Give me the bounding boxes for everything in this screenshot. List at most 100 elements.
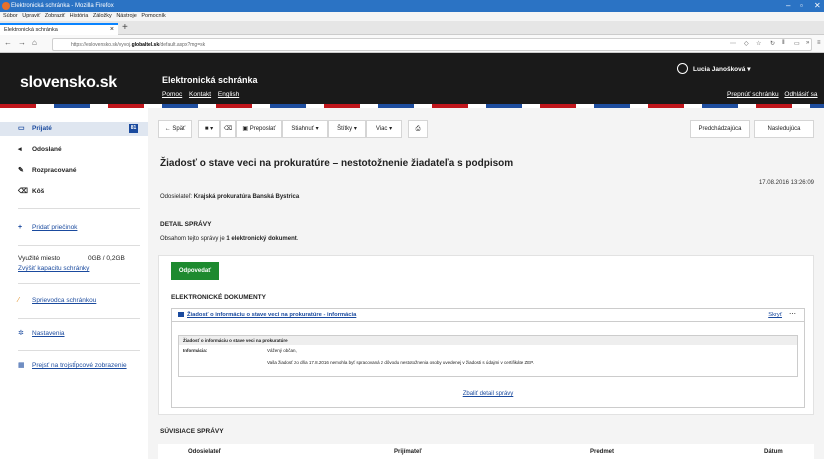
documents-panel: Odpovedať ELEKTRONICKÉ DOKUMENTY Žiadosť…	[158, 255, 814, 415]
col-subject[interactable]: Predmet	[590, 449, 614, 455]
document-title-link[interactable]: Žiadosť o informáciu o stave veci na pro…	[187, 312, 356, 318]
english-link[interactable]: English	[218, 91, 239, 98]
forward-icon[interactable]: →	[18, 38, 26, 47]
send-icon: ◂	[18, 146, 22, 153]
menu-tools[interactable]: Nástroje	[116, 13, 136, 19]
home-icon[interactable]: ⌂	[32, 38, 37, 47]
back-icon[interactable]: ←	[4, 38, 12, 47]
site-logo[interactable]: slovensko.sk	[20, 74, 117, 92]
divider	[18, 208, 140, 209]
more-label: Viac	[375, 126, 388, 132]
print-button[interactable]: ⎙	[408, 120, 428, 138]
col-recipient[interactable]: Prijímateľ	[394, 449, 422, 455]
sidebar-toggle-icon[interactable]: ▭	[794, 40, 800, 47]
pocket-icon[interactable]: ◇	[744, 40, 749, 47]
menu-view[interactable]: Zobraziť	[45, 13, 65, 19]
library-icon[interactable]: ⫴	[782, 40, 785, 47]
three-column-link[interactable]: ▦ Prejsť na trojstĺpcové zobrazenie	[0, 359, 148, 373]
menu-bookmarks[interactable]: Záložky	[93, 13, 112, 19]
related-heading: SÚVISIACE SPRÁVY	[160, 428, 224, 435]
print-icon: ⎙	[415, 126, 421, 132]
three-column-label: Prejsť na trojstĺpcové zobrazenie	[32, 362, 127, 369]
url-bar[interactable]: https://eslovensko.sk/vyvoj.globaltel.sk…	[52, 38, 812, 51]
divider	[18, 245, 140, 246]
collapse-icon[interactable]	[178, 312, 184, 317]
download-button[interactable]: Stiahnuť ▾	[282, 120, 328, 138]
header-account-links: Prepnúť schránku Odhlásiť sa	[723, 91, 818, 98]
info-line-2: Vaša žiadosť zo dňa 17.8.2016 nemohla by…	[267, 360, 534, 365]
navigation-bar: ← → ⌂ https://eslovensko.sk/vyvoj.global…	[0, 35, 824, 53]
info-label: Informácia:	[183, 348, 208, 353]
sidebar-item-trash[interactable]: ⌫ Kôš	[0, 185, 148, 199]
switch-box-link[interactable]: Prepnúť schránku	[727, 91, 779, 98]
pencil-icon: ✎	[18, 167, 24, 174]
close-window-icon[interactable]: ✕	[814, 0, 821, 12]
main-content: ← Späť ■ ▾ ⌫ ▣ Preposlať Stiahnuť ▾ Štít…	[148, 108, 824, 459]
sidebar-item-label: Prijaté	[32, 125, 52, 132]
sidebar: ▭ Prijaté 81 ◂ Odoslané ✎ Rozpracované ⌫…	[0, 108, 148, 459]
divider	[18, 318, 140, 319]
user-avatar-icon[interactable]	[677, 63, 688, 74]
divider	[18, 283, 140, 284]
sidebar-item-label: Kôš	[32, 188, 45, 195]
guide-label: Sprievodca schránkou	[32, 297, 97, 304]
mark-dropdown-button[interactable]: ■ ▾	[198, 120, 220, 138]
more-button[interactable]: Viac ▾	[366, 120, 402, 138]
wand-icon: ⁄	[18, 297, 20, 304]
sidebar-item-drafts[interactable]: ✎ Rozpracované	[0, 164, 148, 178]
increase-capacity-link[interactable]: Zvýšiť kapacitu schránky	[18, 265, 89, 272]
forward-button[interactable]: ▣ Preposlať	[236, 120, 282, 138]
menu-help[interactable]: Pomocník	[141, 13, 165, 19]
previous-button[interactable]: Predchádzajúca	[690, 120, 750, 138]
col-sender[interactable]: Odosielateľ	[188, 449, 221, 455]
guide-link[interactable]: ⁄ Sprievodca schránkou	[0, 294, 148, 308]
add-folder-label: Pridať priečinok	[32, 224, 78, 231]
overflow-icon[interactable]: »	[806, 40, 809, 46]
add-folder-link[interactable]: + Pridať priečinok	[0, 221, 148, 235]
next-button[interactable]: Nasledujúca	[754, 120, 814, 138]
site-header: slovensko.sk Elektronická schránka Pomoc…	[0, 53, 824, 107]
user-menu[interactable]: Lucia Janošková ▾	[693, 65, 750, 73]
back-button[interactable]: ← Späť	[158, 120, 192, 138]
col-date[interactable]: Dátum	[764, 449, 783, 455]
download-label: Stiahnuť	[291, 126, 314, 132]
reply-button[interactable]: Odpovedať	[171, 262, 219, 280]
minimize-icon[interactable]: –	[786, 0, 790, 12]
delete-button[interactable]: ⌫	[220, 120, 236, 138]
browser-tab[interactable]: Elektronická schránka ×	[0, 23, 118, 35]
bookmark-star-icon[interactable]: ☆	[756, 40, 761, 47]
tags-button[interactable]: Štítky ▾	[328, 120, 366, 138]
grid-icon: ▦	[18, 362, 25, 369]
maximize-icon[interactable]: ▫	[800, 0, 803, 12]
tab-title: Elektronická schránka	[4, 27, 58, 33]
settings-link[interactable]: ✲ Nastavenia	[0, 327, 148, 341]
sidebar-item-inbox[interactable]: ▭ Prijaté 81	[0, 122, 148, 136]
document-preview: Žiadosť o informáciu o stave veci na pro…	[178, 335, 798, 377]
message-date: 17.08.2016 13:26:09	[758, 180, 814, 186]
app-title: Elektronická schránka	[162, 75, 258, 85]
menu-edit[interactable]: Upraviť	[22, 13, 40, 19]
sidebar-item-sent[interactable]: ◂ Odoslané	[0, 143, 148, 157]
close-tab-icon[interactable]: ×	[110, 25, 114, 35]
reload-icon[interactable]: ↻	[770, 40, 775, 47]
trash-icon: ⌫	[223, 126, 233, 132]
help-link[interactable]: Pomoc	[162, 91, 182, 98]
more-options-icon[interactable]: ⋯	[789, 308, 796, 321]
detail-text: Obsahom tejto správy je 1 elektronický d…	[160, 236, 298, 242]
hamburger-menu-icon[interactable]: ≡	[817, 40, 821, 46]
page-actions-icon[interactable]: ⋯	[730, 40, 736, 47]
firefox-icon	[2, 2, 10, 10]
tags-label: Štítky	[337, 126, 353, 132]
hide-link[interactable]: Skryť	[768, 309, 782, 322]
contact-link[interactable]: Kontakt	[189, 91, 211, 98]
logout-link[interactable]: Odhlásiť sa	[784, 91, 817, 98]
sidebar-item-label: Odoslané	[32, 146, 62, 153]
forward-icon: ▣	[242, 126, 250, 132]
menu-file[interactable]: Súbor	[3, 13, 18, 19]
sender-label: Odosielateľ:	[160, 194, 193, 200]
new-tab-icon[interactable]: +	[122, 22, 128, 33]
menu-history[interactable]: História	[70, 13, 89, 19]
window-titlebar: Elektronická schránka - Mozilla Firefox …	[0, 0, 824, 12]
preview-heading: Žiadosť o informáciu o stave veci na pro…	[179, 336, 797, 345]
collapse-detail-link[interactable]: Zbaliť detail správy	[172, 391, 804, 397]
